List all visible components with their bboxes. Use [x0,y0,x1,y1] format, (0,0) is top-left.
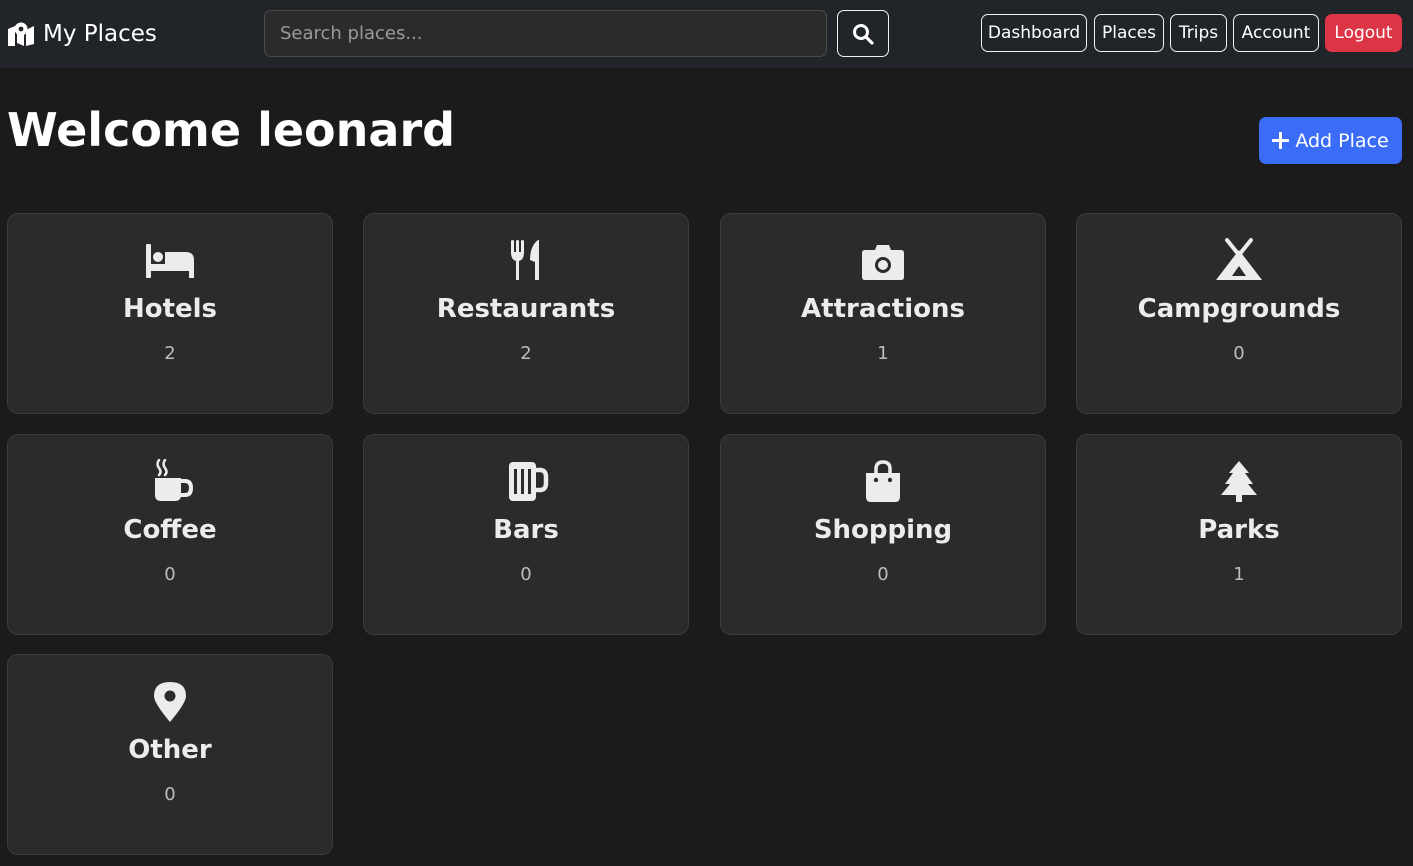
camera-icon [721,238,1045,282]
category-title: Bars [493,515,559,545]
category-card-bars[interactable]: Bars 0 [363,434,689,635]
category-card-other[interactable]: Other 0 [7,654,333,855]
add-place-label: Add Place [1295,129,1389,152]
category-card-shopping[interactable]: Shopping 0 [720,434,1046,635]
nav-dashboard-button[interactable]: Dashboard [981,14,1087,52]
plus-icon [1272,132,1290,149]
beer-mug-icon [364,459,688,503]
search-input[interactable] [264,10,827,57]
category-title: Campgrounds [1137,294,1341,324]
brand-title: My Places [43,21,157,47]
category-count: 0 [520,564,532,585]
tree-icon [1077,459,1401,503]
category-title: Shopping [813,515,953,545]
shopping-bag-icon [721,459,1045,503]
category-title: Attractions [801,294,965,324]
category-card-attractions[interactable]: Attractions 1 [720,213,1046,414]
category-card-parks[interactable]: Parks 1 [1076,434,1402,635]
category-count: 1 [877,343,889,364]
category-title: Coffee [123,515,217,545]
add-place-button[interactable]: Add Place [1259,117,1402,164]
nav-account-button[interactable]: Account [1233,14,1319,52]
utensils-icon [364,238,688,282]
logout-button[interactable]: Logout [1325,14,1402,52]
location-pin-icon [8,679,332,723]
map-location-icon [7,21,35,47]
category-count: 0 [877,564,889,585]
category-title: Other [128,735,212,765]
category-count: 2 [164,343,176,364]
brand-link[interactable]: My Places [7,17,157,51]
category-card-coffee[interactable]: Coffee 0 [7,434,333,635]
category-count: 0 [164,564,176,585]
category-count: 1 [1233,564,1245,585]
category-title: Hotels [122,294,218,324]
category-count: 0 [164,784,176,805]
tent-icon [1077,238,1401,282]
search-button[interactable] [837,10,889,57]
bed-icon [8,238,332,282]
category-count: 0 [1233,343,1245,364]
nav-trips-button[interactable]: Trips [1170,14,1227,52]
category-card-hotels[interactable]: Hotels 2 [7,213,333,414]
category-card-restaurants[interactable]: Restaurants 2 [363,213,689,414]
category-count: 2 [520,343,532,364]
navbar: My Places Dashboard Places Trips Account… [0,0,1413,68]
category-title: Restaurants [436,294,616,324]
nav-places-button[interactable]: Places [1094,14,1164,52]
coffee-mug-icon [8,459,332,503]
category-title: Parks [1198,515,1280,545]
page-title: Welcome leonard [7,103,456,157]
search-icon [852,23,874,45]
category-card-campgrounds[interactable]: Campgrounds 0 [1076,213,1402,414]
